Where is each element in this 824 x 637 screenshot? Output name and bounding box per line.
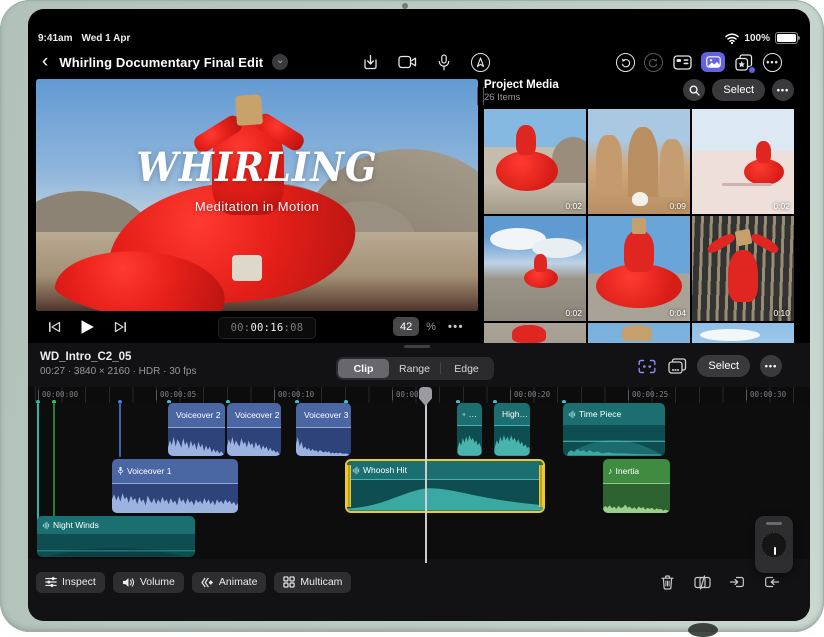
media-thumbnail[interactable] bbox=[588, 323, 690, 343]
timeline-clip[interactable]: High… bbox=[494, 403, 530, 456]
timeline-clip[interactable]: Voiceover 3 bbox=[296, 403, 351, 456]
timecode-display[interactable]: 00: 00:16:08 bbox=[218, 317, 316, 339]
viewer-overlay-title: WHIRLING bbox=[136, 143, 378, 191]
viewer-more-icon[interactable]: ••• bbox=[448, 321, 464, 333]
timeline-clip-name: WD_Intro_C2_05 bbox=[40, 351, 132, 363]
mode-edge[interactable]: Edge bbox=[441, 359, 492, 378]
battery-icon bbox=[775, 32, 800, 44]
zoom-level-value[interactable]: 42 bbox=[393, 317, 420, 336]
timeline-clip[interactable]: Time Piece bbox=[563, 403, 665, 456]
viewer-overlay-subtitle: Meditation in Motion bbox=[194, 199, 320, 214]
edit-mode-segmented-control: Clip Range Edge bbox=[336, 357, 494, 380]
ipad-device: 9:41am Wed 1 Apr 100% ‹ Whirling Document… bbox=[0, 0, 824, 637]
jog-dial-control[interactable] bbox=[755, 516, 793, 573]
skip-to-end-icon[interactable] bbox=[110, 317, 130, 337]
split-clip-icon[interactable] bbox=[692, 572, 712, 592]
media-thumbnail[interactable]: 0:04 bbox=[588, 216, 690, 321]
overwrite-clip-icon[interactable] bbox=[762, 572, 782, 592]
search-icon[interactable] bbox=[683, 79, 706, 101]
wifi-icon bbox=[725, 33, 740, 44]
media-more-icon[interactable]: ••• bbox=[772, 79, 794, 101]
media-thumbnail[interactable] bbox=[484, 323, 586, 343]
timeline-clip[interactable]: Night Winds bbox=[37, 516, 195, 557]
more-options-icon[interactable]: ••• bbox=[763, 52, 782, 72]
timeline-bottom-toolbar: Inspect Volume Animate Multicam bbox=[28, 567, 810, 597]
thin-clip[interactable] bbox=[119, 403, 121, 457]
timeline-select-button[interactable]: Select bbox=[697, 355, 750, 377]
browser-badge bbox=[748, 66, 756, 74]
mode-clip[interactable]: Clip bbox=[338, 359, 389, 378]
top-toolbar: ‹ Whirling Documentary Final Edit ⌄ ••• bbox=[28, 47, 810, 77]
play-button[interactable] bbox=[77, 317, 97, 337]
screen: 9:41am Wed 1 Apr 100% ‹ Whirling Document… bbox=[28, 9, 810, 621]
pencil-draw-icon[interactable] bbox=[471, 52, 490, 72]
multicam-overlay-icon[interactable] bbox=[667, 356, 687, 376]
media-thumbnail[interactable]: 0:02 bbox=[692, 109, 794, 214]
undo-icon[interactable] bbox=[616, 52, 635, 72]
project-title[interactable]: Whirling Documentary Final Edit bbox=[59, 55, 263, 70]
project-media-panel: Project Media 26 Items Select ••• 0:02 0… bbox=[477, 79, 794, 343]
animate-button[interactable]: Animate bbox=[191, 571, 267, 593]
timeline-tracks[interactable]: Voiceover 2 Voiceover 2 Voiceover 3 … Hi… bbox=[28, 403, 810, 573]
timeline-clip-selected[interactable]: Whoosh Hit bbox=[345, 459, 545, 513]
media-thumbnail[interactable]: 0:02 bbox=[484, 216, 586, 321]
viewer-video[interactable]: WHIRLING Meditation in Motion bbox=[36, 79, 478, 311]
multicam-button[interactable]: Multicam bbox=[274, 571, 352, 593]
back-chevron-icon[interactable]: ‹ bbox=[40, 49, 50, 75]
insert-clip-icon[interactable] bbox=[727, 572, 747, 592]
title-chevron-down-icon[interactable]: ⌄ bbox=[272, 54, 289, 70]
dervish-hat bbox=[234, 94, 264, 126]
status-bar: 9:41am Wed 1 Apr 100% bbox=[38, 31, 800, 45]
volume-button[interactable]: Volume bbox=[112, 571, 184, 593]
skip-to-start-icon[interactable] bbox=[44, 317, 64, 337]
trim-handle-right[interactable] bbox=[539, 465, 543, 507]
dial-knob[interactable] bbox=[761, 532, 787, 558]
timeline-drag-handle[interactable] bbox=[404, 345, 430, 348]
timeline-clip[interactable]: … bbox=[457, 403, 482, 456]
viewer-media-icon[interactable] bbox=[701, 52, 725, 72]
timeline-clip[interactable]: Voiceover 2 bbox=[227, 403, 281, 456]
timeline-more-icon[interactable]: ••• bbox=[760, 355, 782, 377]
media-select-button[interactable]: Select bbox=[712, 79, 765, 101]
timeline-clip[interactable]: Voiceover 1 bbox=[112, 459, 238, 513]
media-thumbnail[interactable]: 0:02 bbox=[484, 109, 586, 214]
music-note-icon: ♪ bbox=[608, 466, 613, 476]
media-thumbnail[interactable]: 0:10 bbox=[692, 216, 794, 321]
clock: 9:41am bbox=[38, 32, 73, 44]
media-grid: 0:02 0:09 0:02 0:02 0:04 0:10 bbox=[484, 109, 794, 343]
delete-trash-icon[interactable] bbox=[657, 572, 677, 592]
battery-percent: 100% bbox=[744, 32, 770, 44]
playhead[interactable] bbox=[425, 389, 427, 563]
snapping-icon[interactable] bbox=[637, 356, 657, 376]
timeline-clip[interactable]: ♪ Inertia bbox=[603, 459, 670, 513]
date: Wed 1 Apr bbox=[81, 32, 131, 44]
bezel-notch bbox=[688, 623, 718, 637]
microphone-icon[interactable] bbox=[434, 52, 454, 72]
media-thumbnail[interactable]: 0:09 bbox=[588, 109, 690, 214]
timeline-clip-info: 00:27 · 3840 × 2160 · HDR · 30 fps bbox=[40, 366, 197, 377]
inspect-button[interactable]: Inspect bbox=[36, 571, 105, 593]
inspector-panel-icon[interactable] bbox=[672, 52, 692, 72]
camera-icon[interactable] bbox=[397, 52, 417, 72]
mode-range[interactable]: Range bbox=[389, 359, 440, 378]
import-media-icon[interactable] bbox=[360, 52, 380, 72]
redo-icon[interactable] bbox=[644, 52, 663, 72]
panel-drag-handle[interactable] bbox=[477, 87, 484, 105]
transport-bar: 00: 00:16:08 42 % ••• bbox=[36, 311, 478, 343]
dervish-legs bbox=[232, 255, 262, 281]
timeline-clip[interactable]: Voiceover 2 bbox=[168, 403, 225, 456]
media-thumbnail[interactable] bbox=[692, 323, 794, 343]
timeline-panel: WD_Intro_C2_05 00:27 · 3840 × 2160 · HDR… bbox=[28, 343, 810, 621]
trim-handle-left[interactable] bbox=[347, 465, 351, 507]
zoom-percent-sign: % bbox=[426, 320, 436, 333]
browser-favorites-icon[interactable] bbox=[734, 52, 756, 74]
